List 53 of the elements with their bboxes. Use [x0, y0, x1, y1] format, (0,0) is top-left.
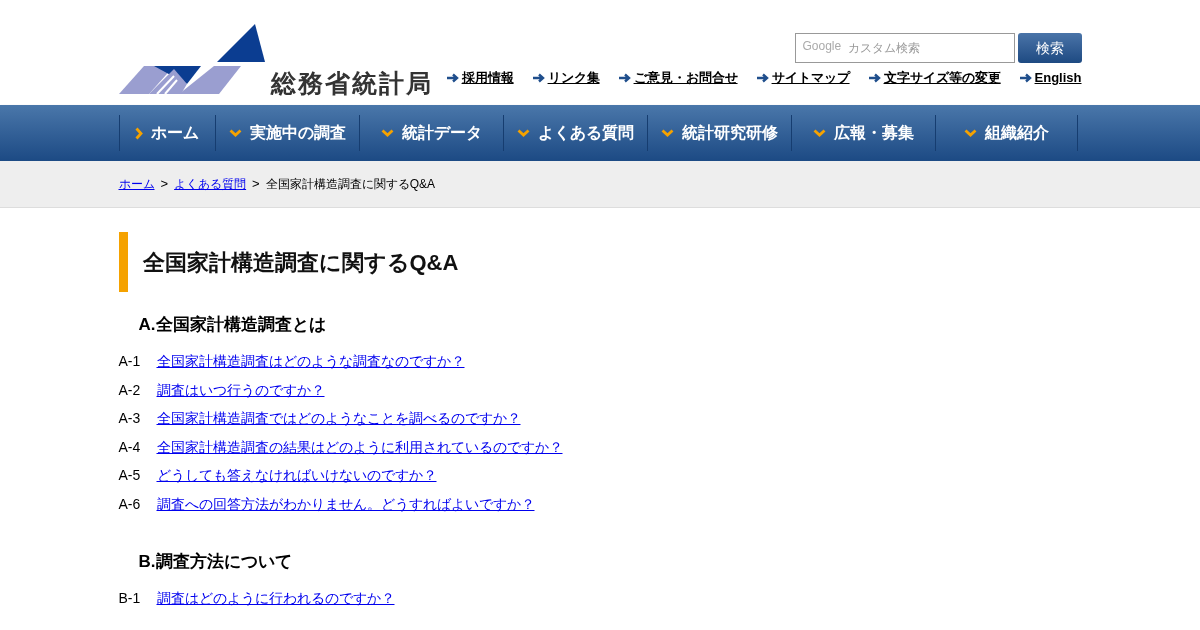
nav-item[interactable]: 実施中の調査 — [214, 115, 359, 151]
question-link[interactable]: 全国家計構造調査はどのような調査なのですか？ — [156, 351, 465, 373]
right-arrow-icon — [446, 72, 459, 83]
section-heading: B.調査方法について — [137, 550, 293, 573]
chevron-down-icon — [660, 129, 674, 137]
breadcrumb-link[interactable]: よくある質問 — [174, 175, 247, 193]
question-number: A-2 — [118, 380, 142, 400]
right-arrow-icon — [532, 72, 545, 83]
title-accent-bar — [118, 232, 128, 292]
utility-link[interactable]: English — [1034, 68, 1082, 88]
question-link[interactable]: 全国家計構造調査ではどのようなことを調べるのですか？ — [156, 408, 521, 430]
chevron-down-icon — [380, 129, 394, 137]
question-number: A-1 — [118, 352, 142, 372]
question-link[interactable]: 調査はどのように行われるのですか？ — [156, 587, 395, 609]
question-number: A-6 — [118, 494, 142, 514]
section-heading: A.全国家計構造調査とは — [137, 314, 327, 336]
question-link[interactable]: 調査はいつ行うのですか？ — [156, 379, 325, 401]
question-number: B-1 — [118, 588, 142, 608]
right-arrow-icon — [868, 72, 881, 83]
breadcrumb-link[interactable]: ホーム — [118, 175, 155, 193]
right-arrow-icon — [756, 72, 769, 83]
question-number: A-3 — [118, 409, 142, 429]
logo-text: 総務省統計局 — [270, 71, 433, 96]
breadcrumb-separator: > — [252, 175, 260, 194]
search-button[interactable]: 検索 — [1017, 33, 1082, 63]
nav-item[interactable]: 広報・募集 — [790, 115, 935, 151]
question-link[interactable]: どうしても答えなければいけないのですか？ — [156, 465, 437, 487]
google-logo: Google — [802, 40, 842, 52]
chevron-down-icon — [812, 129, 826, 137]
nav-item[interactable]: 統計研究研修 — [646, 115, 791, 151]
utility-link[interactable]: リンク集 — [547, 68, 600, 88]
question-link[interactable]: 全国家計構造調査の結果はどのように利用されているのですか？ — [156, 436, 563, 458]
right-arrow-icon — [618, 72, 631, 83]
utility-link[interactable]: サイトマップ — [771, 68, 850, 88]
breadcrumb-current: 全国家計構造調査に関するQ&A — [265, 176, 436, 193]
right-arrow-icon — [1019, 72, 1032, 83]
chevron-down-icon — [228, 129, 242, 137]
question-number: A-4 — [118, 437, 142, 457]
nav-item[interactable]: 組織紹介 — [934, 115, 1078, 151]
utility-link[interactable]: ご意見・お問合せ — [633, 68, 738, 88]
chevron-right-icon — [135, 126, 143, 140]
nav-item[interactable]: 統計データ — [358, 115, 503, 151]
nav-item[interactable]: よくある質問 — [502, 115, 647, 151]
question-number: A-5 — [118, 466, 142, 486]
question-link[interactable]: 調査への回答方法がわかりません。どうすればよいですか？ — [156, 493, 535, 515]
chevron-down-icon — [516, 129, 530, 137]
nav-item[interactable]: ホーム — [118, 115, 215, 151]
utility-link[interactable]: 採用情報 — [461, 68, 514, 88]
breadcrumb-separator: > — [160, 175, 169, 194]
utility-link[interactable]: 文字サイズ等の変更 — [883, 68, 1001, 88]
chevron-down-icon — [963, 129, 977, 137]
page-title: 全国家計構造調査に関するQ&A — [141, 248, 459, 277]
mountain-logo-icon — [118, 24, 267, 96]
